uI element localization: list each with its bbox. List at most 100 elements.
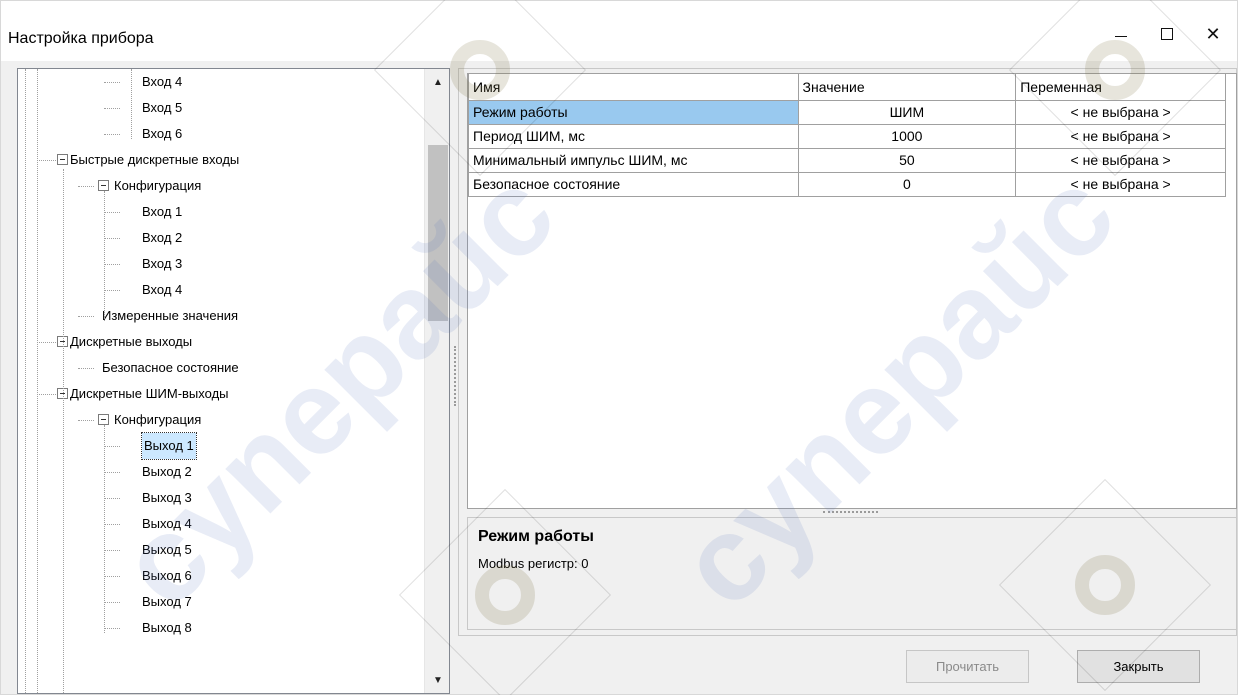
tree-connector <box>104 82 120 83</box>
tree-content: Вход 4 Вход 5 Вход 6 Быстрые дискретные вхо… <box>18 69 424 693</box>
tree-item[interactable]: Конфигурация <box>18 173 424 199</box>
table-row[interactable]: Период ШИМ, мс 1000 < не выбрана > <box>468 123 1226 149</box>
collapse-icon[interactable] <box>98 180 109 191</box>
tree-item[interactable]: Вход 2 <box>18 225 424 251</box>
maximize-icon <box>1161 28 1173 40</box>
tree-item[interactable]: Выход 2 <box>18 459 424 485</box>
device-tree[interactable]: Вход 4 Вход 5 Вход 6 Быстрые дискретные вхо… <box>17 68 450 694</box>
property-name-cell[interactable]: Режим работы <box>468 99 799 125</box>
property-variable-cell[interactable]: < не выбрана > <box>1015 171 1226 197</box>
property-variable-cell[interactable]: < не выбрана > <box>1015 123 1226 149</box>
tree-connector <box>104 212 120 213</box>
tree-connector <box>104 472 120 473</box>
read-button[interactable]: Прочитать <box>906 650 1029 683</box>
maximize-button[interactable] <box>1144 15 1190 53</box>
properties-table: Имя Значение Переменная Режим работы ШИМ <… <box>468 74 1226 197</box>
tree-item[interactable]: Выход 1 <box>18 432 424 460</box>
tree-item[interactable]: Быстрые дискретные входы <box>18 147 424 173</box>
tree-item-label: Вход 3 <box>142 256 183 271</box>
window-title: Настройка прибора <box>8 30 154 47</box>
tree-guide-line <box>131 69 132 139</box>
table-row[interactable]: Режим работы ШИМ < не выбрана > <box>468 99 1226 125</box>
collapse-icon[interactable] <box>98 414 109 425</box>
tree-connector <box>78 186 94 187</box>
tree-item-label: Вход 1 <box>142 204 183 219</box>
tree-item[interactable]: Вход 4 <box>18 69 424 95</box>
tree-item[interactable]: Вход 3 <box>18 251 424 277</box>
tree-item-label: Вход 4 <box>142 74 183 89</box>
property-value-cell[interactable]: 1000 <box>797 123 1017 149</box>
property-name-cell[interactable]: Минимальный импульс ШИМ, мс <box>468 147 799 173</box>
scrollbar-thumb[interactable] <box>428 145 448 321</box>
tree-item[interactable]: Выход 6 <box>18 563 424 589</box>
title-bar[interactable]: Настройка прибора ✕ <box>1 1 1237 61</box>
tree-connector <box>104 238 120 239</box>
property-value-cell[interactable]: ШИМ <box>797 99 1017 125</box>
tree-connector <box>37 160 56 161</box>
description-text: Modbus регистр: 0 <box>478 556 589 571</box>
tree-item-label: Быстрые дискретные входы <box>70 152 240 167</box>
property-value-cell[interactable]: 50 <box>797 147 1017 173</box>
tree-item[interactable]: Вход 1 <box>18 199 424 225</box>
tree-connector <box>37 342 56 343</box>
horizontal-splitter[interactable] <box>823 511 878 514</box>
tree-item-label: Безопасное состояние <box>102 360 239 375</box>
tree-item[interactable]: Выход 5 <box>18 537 424 563</box>
tree-item-label: Выход 3 <box>142 490 192 505</box>
tree-item[interactable]: Дискретные выходы <box>18 329 424 355</box>
vertical-splitter[interactable] <box>454 346 457 406</box>
tree-item[interactable]: Конфигурация <box>18 407 424 433</box>
column-header-variable[interactable]: Переменная <box>1015 74 1226 101</box>
tree-item[interactable]: Измеренные значения <box>18 303 424 329</box>
tree-item[interactable]: Безопасное состояние <box>18 355 424 381</box>
column-header-value[interactable]: Значение <box>797 74 1017 101</box>
collapse-icon[interactable] <box>57 154 68 165</box>
description-panel: Режим работы Modbus регистр: 0 <box>467 517 1237 630</box>
close-window-button[interactable]: ✕ <box>1190 15 1236 53</box>
close-icon: ✕ <box>1205 23 1221 44</box>
property-name-cell[interactable]: Период ШИМ, мс <box>468 123 799 149</box>
property-value-cell[interactable]: 0 <box>797 171 1017 197</box>
tree-item-label: Выход 8 <box>142 620 192 635</box>
table-row[interactable]: Минимальный импульс ШИМ, мс 50 < не выбран… <box>468 147 1226 173</box>
column-header-name[interactable]: Имя <box>468 74 799 101</box>
tree-item-label: Выход 7 <box>142 594 192 609</box>
tree-connector <box>37 394 56 395</box>
table-row[interactable]: Безопасное состояние 0 < не выбрана > <box>468 171 1226 197</box>
minimize-button[interactable] <box>1098 15 1144 53</box>
tree-item[interactable]: Вход 5 <box>18 95 424 121</box>
tree-item-label: Выход 1 <box>141 432 197 460</box>
scroll-down-icon[interactable]: ▼ <box>425 669 449 691</box>
tree-connector <box>104 264 120 265</box>
tree-item[interactable]: Дискретные ШИМ-выходы <box>18 381 424 407</box>
tree-connector <box>104 628 120 629</box>
minimize-icon <box>1115 35 1127 37</box>
tree-connector <box>78 368 94 369</box>
description-title: Режим работы <box>478 528 594 545</box>
property-variable-cell[interactable]: < не выбрана > <box>1015 99 1226 125</box>
tree-item[interactable]: Вход 4 <box>18 277 424 303</box>
tree-connector <box>104 290 120 291</box>
tree-connector <box>78 316 94 317</box>
tree-item[interactable]: Выход 3 <box>18 485 424 511</box>
tree-connector <box>104 576 120 577</box>
tree-connector <box>104 134 120 135</box>
tree-item[interactable]: Выход 4 <box>18 511 424 537</box>
tree-item[interactable]: Вход 6 <box>18 121 424 147</box>
close-button[interactable]: Закрыть <box>1077 650 1200 683</box>
tree-connector <box>104 602 120 603</box>
tree-item-label: Выход 5 <box>142 542 192 557</box>
tree-connector <box>78 420 94 421</box>
tree-item-label: Вход 5 <box>142 100 183 115</box>
property-variable-cell[interactable]: < не выбрана > <box>1015 147 1226 173</box>
scroll-up-icon[interactable]: ▲ <box>425 71 449 93</box>
tree-scrollbar[interactable]: ▲ ▼ <box>424 69 449 693</box>
property-name-cell[interactable]: Безопасное состояние <box>468 171 799 197</box>
tree-item-label: Вход 6 <box>142 126 183 141</box>
tree-item-label: Вход 2 <box>142 230 183 245</box>
tree-item[interactable]: Выход 8 <box>18 615 424 641</box>
tree-connector <box>104 524 120 525</box>
tree-item[interactable]: Выход 7 <box>18 589 424 615</box>
tree-item-label: Выход 4 <box>142 516 192 531</box>
tree-connector <box>104 446 120 447</box>
